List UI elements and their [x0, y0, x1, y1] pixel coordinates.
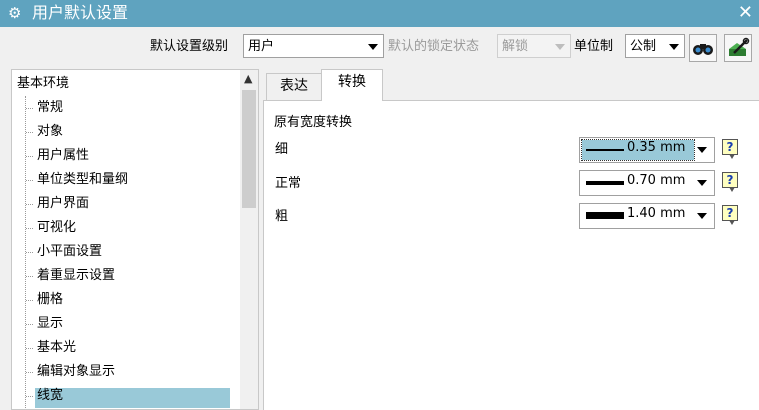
line-width-sample [586, 212, 624, 219]
chevron-down-icon [697, 147, 707, 153]
thick-label: 粗 [275, 209, 289, 224]
tree-item-label: 着重显示设置 [37, 268, 116, 283]
close-icon[interactable]: ✕ [738, 3, 753, 23]
defaults-manager-button[interactable] [724, 34, 752, 62]
chevron-down-icon [555, 44, 565, 50]
settings-gear-icon: ⚙ [8, 4, 22, 22]
tree-item-label: 基本光 [37, 340, 77, 355]
thin-label: 细 [275, 142, 289, 157]
tree-item-display[interactable]: 显示 [26, 312, 240, 336]
defaults-level-label: 默认设置级别 [150, 39, 229, 54]
tree-item-grid[interactable]: 栅格 [26, 288, 240, 312]
tree-root-label[interactable]: 基本环境 [17, 76, 69, 92]
tree-item-label: 单位类型和量纲 [37, 172, 129, 187]
lock-status-select: 解锁 [497, 34, 571, 58]
tree-item-unit-types[interactable]: 单位类型和量纲 [26, 168, 240, 192]
tree-item-label: 显示 [37, 316, 64, 331]
tree-item-user-attributes[interactable]: 用户属性 [26, 144, 240, 168]
help-icon[interactable]: ? [722, 205, 738, 225]
thick-width-value: 1.40 mm [627, 206, 686, 221]
thin-width-select[interactable]: 0.35 mm [579, 137, 715, 163]
tree-item-label: 可视化 [37, 220, 77, 235]
chevron-down-icon [669, 44, 679, 50]
tree-item-basic-light[interactable]: 基本光 [26, 336, 240, 360]
scrollbar-thumb[interactable] [242, 90, 256, 208]
help-icon[interactable]: ? [722, 172, 738, 192]
tree-item-label: 编辑对象显示 [37, 364, 116, 379]
tree-item-facet-settings[interactable]: 小平面设置 [26, 240, 240, 264]
chevron-down-icon [697, 180, 707, 186]
tree-scrollbar[interactable]: ▲ [240, 70, 258, 409]
thin-width-value: 0.35 mm [627, 140, 686, 155]
unit-system-select[interactable]: 公制 [625, 34, 685, 58]
defaults-level-select[interactable]: 用户 [243, 34, 384, 58]
find-default-button[interactable] [689, 34, 717, 62]
title-bar: ⚙ 用户默认设置 ✕ [0, 0, 759, 27]
tree-item-general[interactable]: 常规 [26, 96, 240, 120]
window-title: 用户默认设置 [32, 3, 129, 22]
tab-representation[interactable]: 表达 [266, 73, 322, 100]
unit-system-label: 单位制 [574, 39, 614, 54]
normal-width-value: 0.70 mm [627, 173, 686, 188]
tree-item-label: 小平面设置 [37, 244, 103, 259]
normal-width-select[interactable]: 0.70 mm [579, 170, 715, 196]
chevron-down-icon [368, 44, 378, 50]
tab-strip: 表达 转换 [263, 69, 759, 101]
line-width-sample [586, 149, 624, 151]
chevron-down-icon [697, 213, 707, 219]
tree-item-line-width[interactable]: 线宽 [26, 384, 240, 408]
binoculars-icon [693, 44, 713, 55]
tree-item-label: 栅格 [37, 292, 64, 307]
category-tree: 基本环境 常规 对象 用户属性 单位类型和量纲 用户界面 可视化 小平面设置 着… [11, 69, 259, 410]
tree-item-label: 用户界面 [37, 196, 90, 211]
defaults-toolbar: 默认设置级别 用户 默认的锁定状态 解锁 单位制 公制 [0, 27, 759, 67]
tree-item-user-interface[interactable]: 用户界面 [26, 192, 240, 216]
tree-item-object[interactable]: 对象 [26, 120, 240, 144]
lock-status-label: 默认的锁定状态 [388, 39, 480, 54]
group-title: 原有宽度转换 [274, 115, 353, 130]
normal-label: 正常 [275, 176, 302, 191]
defaults-level-value: 用户 [248, 39, 275, 54]
scroll-up-icon[interactable]: ▲ [244, 73, 252, 85]
conversion-panel: 原有宽度转换 细 0.35 mm ? 正常 0.70 mm ? 粗 1.40 m… [263, 100, 759, 410]
lock-status-value: 解锁 [502, 39, 529, 54]
tree-item-edit-object-display[interactable]: 编辑对象显示 [26, 360, 240, 384]
unit-system-value: 公制 [630, 39, 657, 54]
tree-item-label: 线宽 [35, 388, 230, 408]
thick-width-select[interactable]: 1.40 mm [579, 203, 715, 229]
settings-manager-icon [729, 37, 750, 56]
tree-item-label: 用户属性 [37, 148, 90, 163]
help-icon[interactable]: ? [722, 139, 738, 159]
tree-item-emphasis[interactable]: 着重显示设置 [26, 264, 240, 288]
line-width-sample [586, 181, 624, 185]
tab-conversion[interactable]: 转换 [321, 69, 383, 101]
tree-item-label: 常规 [37, 100, 64, 115]
tree-item-label: 对象 [37, 124, 64, 139]
tree-item-visualization[interactable]: 可视化 [26, 216, 240, 240]
